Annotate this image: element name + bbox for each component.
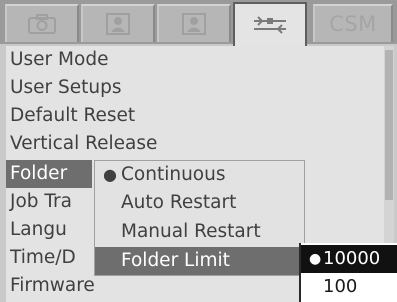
menu-item-user-mode[interactable]: User Mode [6,46,386,74]
submenu-item-continuous[interactable]: ● Continuous [95,161,304,189]
tab-portrait[interactable] [81,4,155,42]
menu-scrollbar-thumb[interactable] [385,50,393,200]
tab-csm-label: CSM [329,12,377,36]
submenu-item-label: Folder Limit [121,250,230,271]
folder-limit-option-label: 100 [323,276,358,297]
submenu-item-label: Continuous [121,164,226,185]
folder-limit-option-label: 10000 [323,248,381,269]
folder-limit-submenu: ● 10000 100 [299,243,397,302]
menu-item-folder[interactable]: Folder [6,160,92,188]
tab-camera[interactable] [5,4,79,42]
checked-bullet-icon: ● [309,251,322,267]
tools-icon [252,13,288,37]
tab-portrait-alt[interactable] [157,4,231,42]
menu-item-user-setups[interactable]: User Setups [6,74,386,102]
portrait-alt-icon [181,12,207,36]
folder-submenu: ● Continuous Auto Restart Manual Restart… [94,160,305,276]
tab-tools[interactable] [233,2,307,46]
portrait-icon [105,12,131,36]
submenu-item-folder-limit[interactable]: Folder Limit [95,247,304,275]
submenu-item-label: Manual Restart [121,221,261,242]
tab-csm[interactable]: CSM [313,4,393,42]
camera-icon [27,13,57,35]
menu-item-vertical-release[interactable]: Vertical Release [6,130,386,158]
folder-limit-option-100[interactable]: 100 [301,273,397,301]
folder-limit-option-10000[interactable]: ● 10000 [301,245,397,273]
submenu-item-label: Auto Restart [121,192,237,213]
submenu-item-manual-restart[interactable]: Manual Restart [95,218,304,246]
folder-settings-screen: CSM User Mode User Setups Default Reset … [0,0,397,302]
checked-bullet-icon: ● [103,165,117,184]
submenu-item-auto-restart[interactable]: Auto Restart [95,189,304,217]
tab-bar: CSM [0,0,397,46]
menu-item-default-reset[interactable]: Default Reset [6,102,386,130]
